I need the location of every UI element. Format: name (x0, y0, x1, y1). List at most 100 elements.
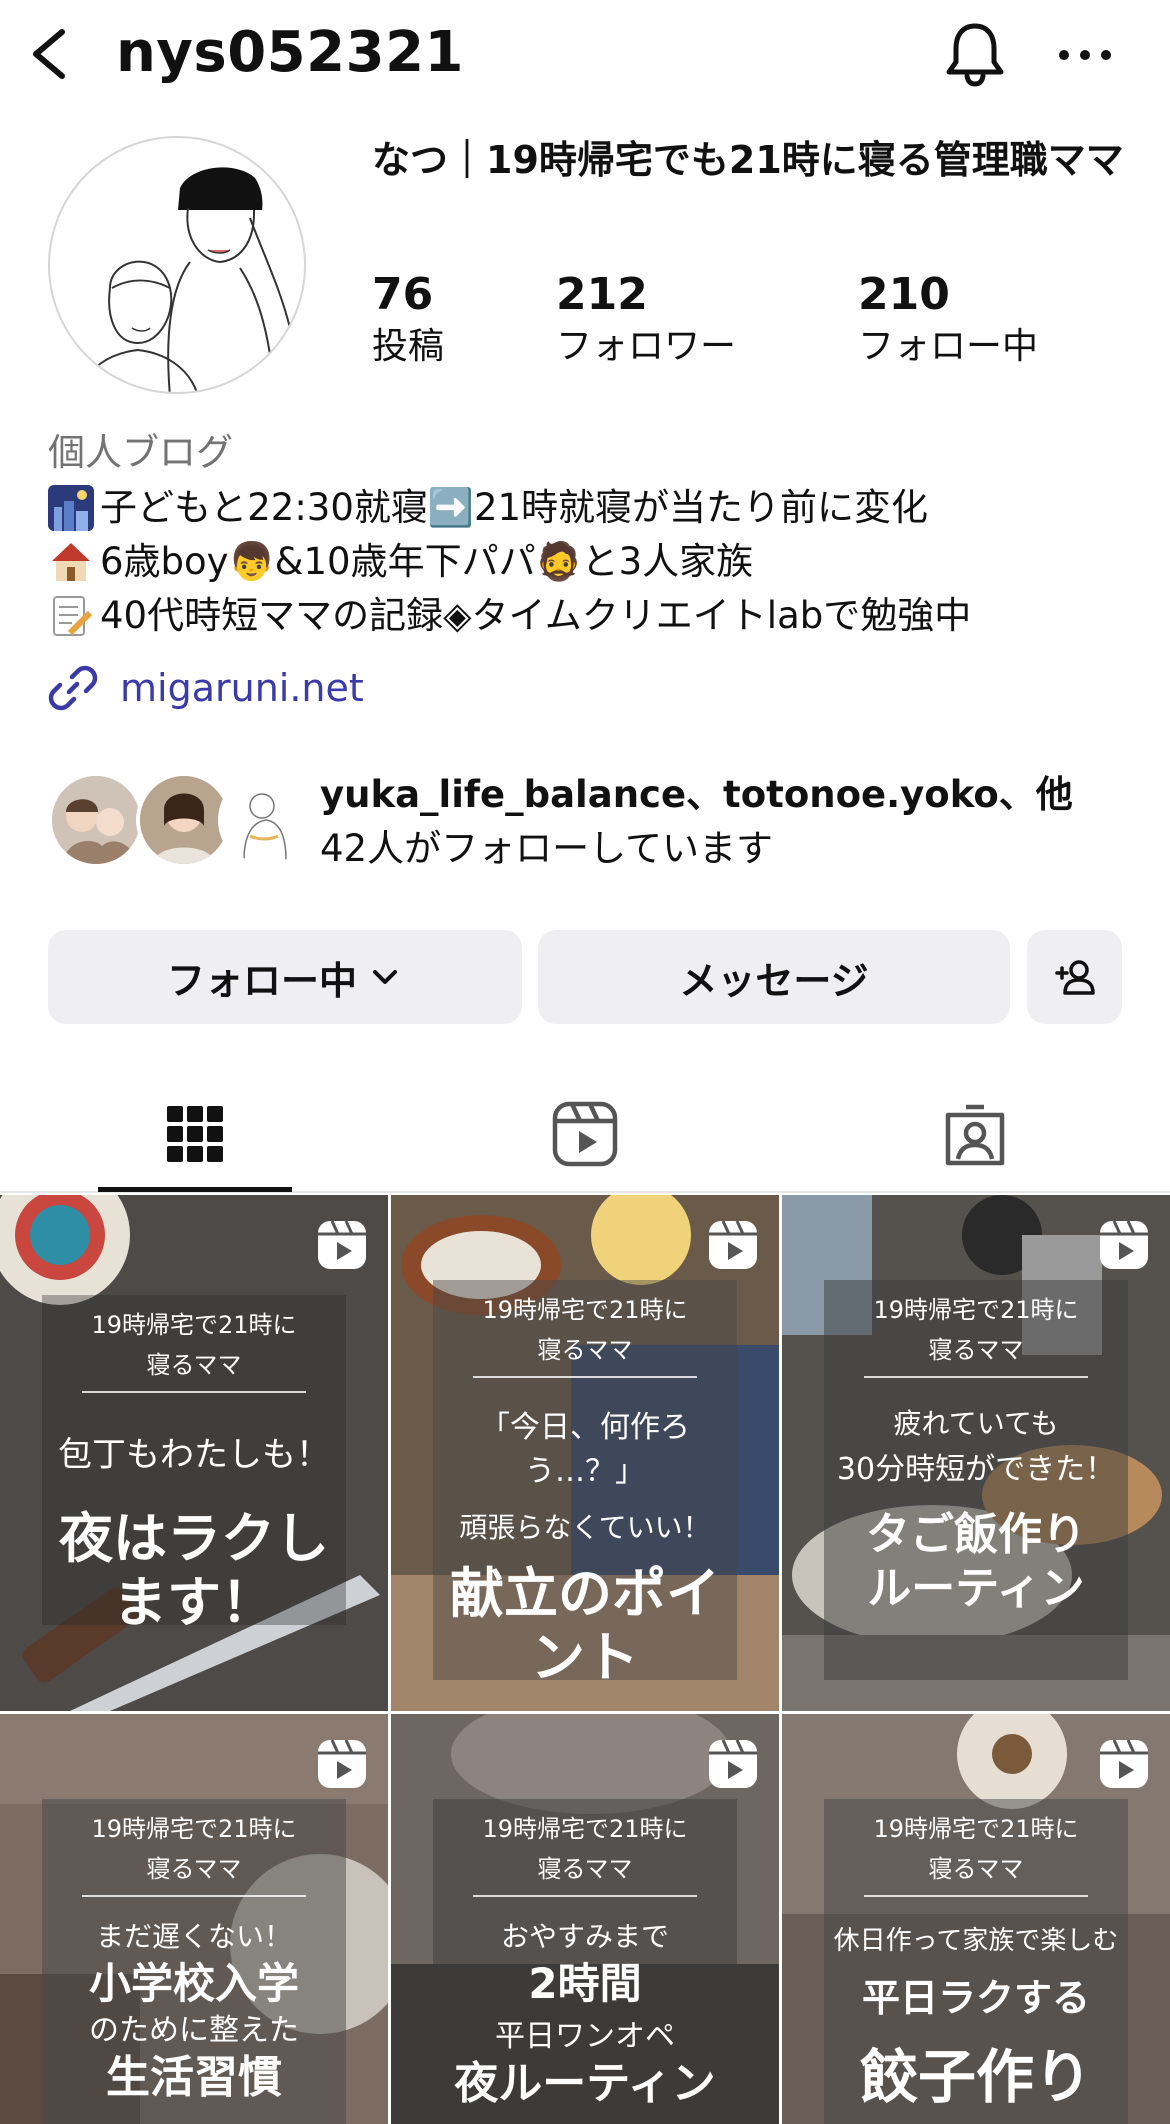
profile-avatar[interactable] (48, 136, 306, 394)
post-line: 平日ワンオペ (495, 2019, 675, 2054)
bio-line: 40代時短ママの記録◈タイムクリエイトlabで勉強中 (48, 589, 1138, 643)
post-line: 「今日、何作ろう…？」 (480, 1410, 690, 1489)
post-line: のために整えた (89, 2013, 299, 2048)
post-line: 2時間 (528, 1959, 642, 2008)
post-card: 19時帰宅で21時に寝るママ まだ遅くない！ 小学校入学 のために整えた 生活習… (42, 1799, 346, 2124)
bio-line-text: 子どもと22:30就寝➡️21時就寝が当たり前に変化 (100, 486, 929, 529)
mutual-avatar (218, 772, 314, 868)
post-thumbnail[interactable]: 19時帰宅で21時に寝るママ まだ遅くない！ 小学校入学 のために整えた 生活習… (0, 1714, 388, 2124)
post-line: タご飯作り (866, 1509, 1086, 1560)
mutual-avatar (48, 772, 144, 868)
post-brand: 19時帰宅で21時に寝るママ (864, 1290, 1088, 1378)
post-line: 生活習慣 (106, 2052, 282, 2103)
followers-count: 212 (556, 269, 648, 320)
night-city-emoji-icon (48, 485, 94, 531)
following-label: フォロー中 (858, 326, 1039, 367)
post-brand: 19時帰宅で21時に寝るママ (473, 1809, 697, 1897)
bio-line-text: 40代時短ママの記録◈タイムクリエイトlabで勉強中 (100, 594, 972, 637)
bell-icon (946, 23, 1004, 87)
active-tab-indicator (98, 1187, 292, 1192)
chevron-left-icon (33, 29, 65, 79)
house-emoji-icon (48, 539, 94, 585)
more-horizontal-icon (1059, 50, 1111, 60)
suggested-users-button[interactable] (1027, 930, 1122, 1024)
post-card: 19時帰宅で21時に寝るママ おやすみまで 2時間 平日ワンオペ 夜ルーティン (433, 1799, 737, 2124)
back-button[interactable] (20, 18, 80, 88)
reel-icon (1100, 1739, 1148, 1788)
post-card: 19時帰宅で21時に寝るママ 「今日、何作ろう…？」 頑張らなくていい！ 献立の… (433, 1280, 737, 1689)
profile-bio: 子どもと22:30就寝➡️21時就寝が当たり前に変化 6歳boy👦&10歳年下パ… (48, 481, 1138, 643)
post-card: 19時帰宅で21時に寝るママ 疲れていても 30分時短ができた！ タご飯作り ル… (824, 1280, 1128, 1680)
post-brand: 19時帰宅で21時に寝るママ (82, 1305, 306, 1393)
profile-link[interactable]: migaruni.net (48, 660, 364, 716)
tab-reels[interactable] (390, 1075, 780, 1193)
post-line: 疲れていても (893, 1407, 1059, 1440)
message-button-label: メッセージ (679, 958, 869, 1003)
post-line: 小学校入学 (88, 1959, 299, 2008)
post-line: 休日作って家族で楽しむ (833, 1926, 1119, 1956)
posts-count: 76 (372, 269, 434, 320)
post-line: 夜はラクします！ (59, 1507, 329, 1634)
post-line: 献立のポイント (450, 1562, 720, 1689)
post-line: 夜ルーティン (454, 2058, 716, 2109)
post-thumbnail[interactable]: 19時帰宅で21時に寝るママ 包丁もわたしも！ 夜はラクします！ (0, 1195, 388, 1711)
chevron-down-icon (373, 970, 397, 984)
tab-tagged[interactable] (780, 1075, 1170, 1193)
following-button[interactable]: フォロー中 (48, 930, 522, 1024)
stat-following[interactable]: 210 フォロー中 (858, 268, 1038, 372)
mutual-followers-avatars[interactable] (48, 772, 314, 868)
mutual-followers-count: 42人がフォローしています (320, 827, 773, 870)
post-line: ルーティン (867, 1563, 1085, 1614)
post-thumbnail[interactable]: 19時帰宅で21時に寝るママ 「今日、何作ろう…？」 頑張らなくていい！ 献立の… (391, 1195, 779, 1711)
post-line: まだ遅くない！ (95, 1920, 292, 1953)
profile-display-name: なつ｜19時帰宅でも21時に寝る管理職ママ (372, 138, 1124, 182)
posts-label: 投稿 (372, 326, 445, 367)
post-line: おやすみまで (500, 1920, 669, 1953)
post-brand: 19時帰宅で21時に寝るママ (473, 1290, 697, 1378)
following-count: 210 (858, 269, 950, 320)
profile-category: 個人ブログ (48, 431, 233, 474)
profile-header: nys052321 (0, 0, 1170, 110)
line-drawing-portrait (80, 167, 291, 392)
stat-followers[interactable]: 212 フォロワー (556, 268, 736, 372)
posts-grid: 19時帰宅で21時に寝るママ 包丁もわたしも！ 夜はラクします！ 19時帰宅で2… (0, 1195, 1170, 2124)
post-brand: 19時帰宅で21時に寝るママ (82, 1809, 306, 1897)
post-card: 19時帰宅で21時に寝るママ 休日作って家族で楽しむ 平日ラクする 餃子作り (824, 1799, 1128, 2124)
post-line: 平日ラクする (861, 1976, 1090, 2020)
memo-emoji-icon (48, 593, 94, 639)
notifications-button[interactable] (940, 18, 1010, 88)
tagged-user-icon (945, 1104, 1005, 1166)
add-user-icon (1054, 960, 1095, 995)
reel-icon (709, 1739, 757, 1788)
post-thumbnail[interactable]: 19時帰宅で21時に寝るママ おやすみまで 2時間 平日ワンオペ 夜ルーティン (391, 1714, 779, 2124)
reels-icon (552, 1101, 618, 1167)
post-line: 餃子作り (859, 2043, 1092, 2111)
message-button[interactable]: メッセージ (538, 930, 1010, 1024)
post-brand: 19時帰宅で21時に寝るママ (864, 1809, 1088, 1897)
reel-icon (318, 1220, 366, 1269)
tab-posts-grid[interactable] (0, 1075, 390, 1193)
profile-tabs (0, 1075, 1170, 1193)
bio-line-text: 6歳boy👦&10歳年下パパ🧔と3人家族 (100, 540, 754, 583)
grid-icon (167, 1106, 223, 1162)
more-options-button[interactable] (1050, 25, 1120, 85)
following-button-label: フォロー中 (166, 958, 357, 1003)
profile-link-text[interactable]: migaruni.net (120, 666, 364, 710)
post-thumbnail[interactable]: 19時帰宅で21時に寝るママ 休日作って家族で楽しむ 平日ラクする 餃子作り (782, 1714, 1170, 2124)
post-thumbnail[interactable]: 19時帰宅で21時に寝るママ 疲れていても 30分時短ができた！ タご飯作り ル… (782, 1195, 1170, 1711)
profile-username: nys052321 (116, 20, 464, 85)
mutual-followers-text[interactable]: yuka_life_balance、totonoe.yoko、他 42人がフォロ… (320, 768, 1130, 876)
followers-label: フォロワー (556, 326, 737, 367)
reel-icon (1100, 1220, 1148, 1269)
link-icon (48, 665, 98, 711)
post-line: 30分時短ができた！ (836, 1452, 1116, 1487)
mutual-followers-names: yuka_life_balance、totonoe.yoko、他 (320, 773, 1073, 816)
bio-line: 6歳boy👦&10歳年下パパ🧔と3人家族 (48, 535, 1138, 589)
post-line: 包丁もわたしも！ (58, 1435, 330, 1475)
post-card: 19時帰宅で21時に寝るママ 包丁もわたしも！ 夜はラクします！ (42, 1295, 346, 1634)
reel-icon (318, 1739, 366, 1788)
reel-icon (709, 1220, 757, 1269)
post-line: 頑張らなくていい！ (459, 1511, 711, 1544)
bio-line: 子どもと22:30就寝➡️21時就寝が当たり前に変化 (48, 481, 1138, 535)
stat-posts[interactable]: 76 投稿 (372, 268, 444, 372)
